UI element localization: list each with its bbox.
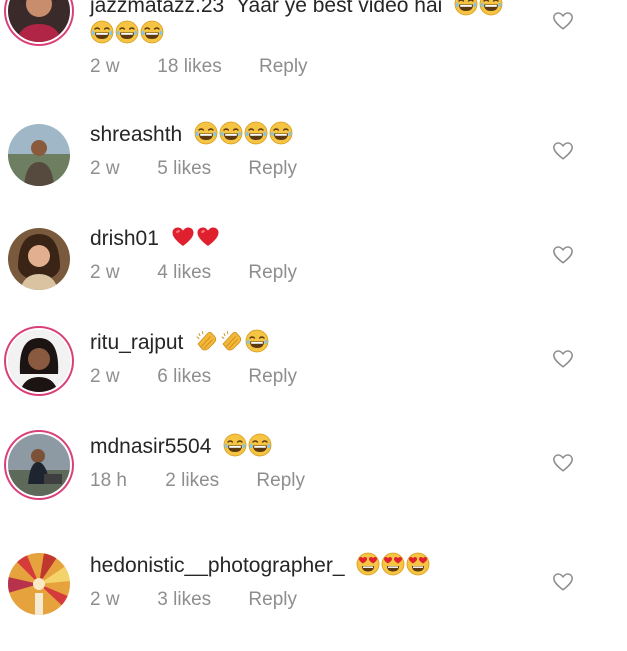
laughing-emoji (115, 20, 139, 44)
laughing-emoji (245, 329, 269, 353)
comment-emojis (223, 433, 272, 457)
comment-meta: 2 w 4 likes Reply (90, 262, 297, 284)
comment-time: 2 w (90, 262, 120, 283)
comment-meta: 2 w 18 likes Reply (90, 56, 308, 78)
laughing-emoji (244, 121, 268, 145)
laughing-emoji (90, 20, 114, 44)
comment-time: 2 w (90, 56, 120, 77)
like-heart-icon[interactable] (552, 244, 574, 266)
comment-likes[interactable]: 6 likes (157, 366, 211, 388)
heart-eyes-emoji (356, 552, 380, 576)
reply-button[interactable]: Reply (248, 366, 297, 388)
comment-meta: 2 w 3 likes Reply (90, 589, 297, 611)
comment-emojis (90, 20, 164, 44)
comment-time: 2 w (90, 158, 120, 179)
comment-time: 2 w (90, 366, 120, 387)
reply-button[interactable]: Reply (248, 158, 297, 180)
laughing-emoji (454, 0, 478, 16)
comment-meta: 2 w 6 likes Reply (90, 366, 297, 388)
laughing-emoji (140, 20, 164, 44)
comment-likes[interactable]: 18 likes (157, 56, 221, 78)
comment-username[interactable]: drish01 (90, 227, 159, 250)
comment-likes[interactable]: 2 likes (165, 470, 219, 492)
comment-username[interactable]: jazzmatazz.23 (90, 0, 224, 17)
comment-emojis (195, 329, 269, 353)
clapping-hands-emoji (195, 329, 219, 353)
comment-text: mdnasir5504 (90, 433, 272, 460)
like-heart-icon[interactable] (552, 571, 574, 593)
laughing-emoji (194, 121, 218, 145)
avatar-image (8, 0, 70, 42)
comment-meta: 18 h 2 likes Reply (90, 470, 305, 492)
comment-text: jazzmatazz.23 Yaar ye best video hai (90, 0, 503, 19)
laughing-emoji (223, 433, 247, 457)
comment-username[interactable]: mdnasir5504 (90, 435, 211, 458)
comment-username[interactable]: hedonistic__photographer_ (90, 554, 345, 577)
comment-text-continued (90, 20, 164, 47)
laughing-emoji (479, 0, 503, 16)
avatar[interactable] (8, 228, 70, 290)
comment-emojis (356, 552, 430, 576)
reply-button[interactable]: Reply (256, 470, 305, 492)
comment-time: 2 w (90, 589, 120, 610)
comment-text: hedonistic__photographer_ (90, 552, 430, 579)
comment-emojis (194, 121, 293, 145)
avatar-image (8, 553, 70, 615)
comment-username[interactable]: shreashth (90, 123, 182, 146)
reply-button[interactable]: Reply (259, 56, 308, 78)
like-heart-icon[interactable] (552, 348, 574, 370)
comment-username[interactable]: ritu_rajput (90, 331, 183, 354)
clapping-hands-emoji (220, 329, 244, 353)
avatar[interactable] (8, 434, 70, 496)
laughing-emoji (219, 121, 243, 145)
like-heart-icon[interactable] (552, 10, 574, 32)
reply-button[interactable]: Reply (248, 589, 297, 611)
avatar-image (8, 434, 70, 496)
laughing-emoji (269, 121, 293, 145)
like-heart-icon[interactable] (552, 140, 574, 162)
laughing-emoji (248, 433, 272, 457)
comment-text: shreashth (90, 121, 293, 148)
comment-likes[interactable]: 5 likes (157, 158, 211, 180)
heart-eyes-emoji (406, 552, 430, 576)
avatar[interactable] (8, 0, 70, 42)
comment-message: Yaar ye best video hai (236, 0, 443, 17)
red-heart-emoji (171, 225, 195, 249)
avatar-image (8, 228, 70, 290)
avatar[interactable] (8, 553, 70, 615)
red-heart-emoji (196, 225, 220, 249)
comment-emojis (171, 225, 220, 249)
avatar[interactable] (8, 330, 70, 392)
comment-text: drish01 (90, 225, 220, 252)
comment-likes[interactable]: 3 likes (157, 589, 211, 611)
like-heart-icon[interactable] (552, 452, 574, 474)
avatar-image (8, 330, 70, 392)
comment-emojis (454, 0, 503, 16)
avatar-image (8, 124, 70, 186)
comment-time: 18 h (90, 470, 127, 491)
comment-likes[interactable]: 4 likes (157, 262, 211, 284)
avatar[interactable] (8, 124, 70, 186)
reply-button[interactable]: Reply (248, 262, 297, 284)
comment-text: ritu_rajput (90, 329, 269, 356)
heart-eyes-emoji (381, 552, 405, 576)
comment-meta: 2 w 5 likes Reply (90, 158, 297, 180)
